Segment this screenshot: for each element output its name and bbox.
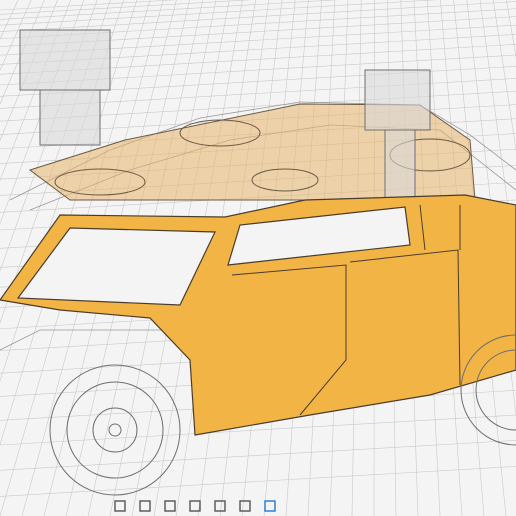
grid-line (0, 0, 178, 11)
front-wheel (49, 364, 181, 496)
viewport-toolbar (110, 481, 280, 516)
display-mode-icon (214, 500, 226, 512)
grid-line (0, 0, 252, 15)
grid-icon (239, 500, 251, 512)
zoom-button[interactable] (160, 496, 180, 516)
zoom-icon (164, 500, 176, 512)
viewports-icon (264, 500, 276, 512)
pan-button[interactable] (135, 496, 155, 516)
grid-line (0, 1, 516, 32)
3d-viewport[interactable] (0, 0, 516, 516)
viewports-button[interactable] (260, 496, 280, 516)
grid-line (0, 0, 19, 40)
orbit-button[interactable] (110, 496, 130, 516)
fit-icon (189, 500, 201, 512)
grid-line (0, 440, 516, 471)
orbit-icon (114, 500, 126, 512)
grid-button[interactable] (235, 496, 255, 516)
fit-button[interactable] (185, 496, 205, 516)
pan-icon (139, 500, 151, 512)
display-mode-button[interactable] (210, 496, 230, 516)
